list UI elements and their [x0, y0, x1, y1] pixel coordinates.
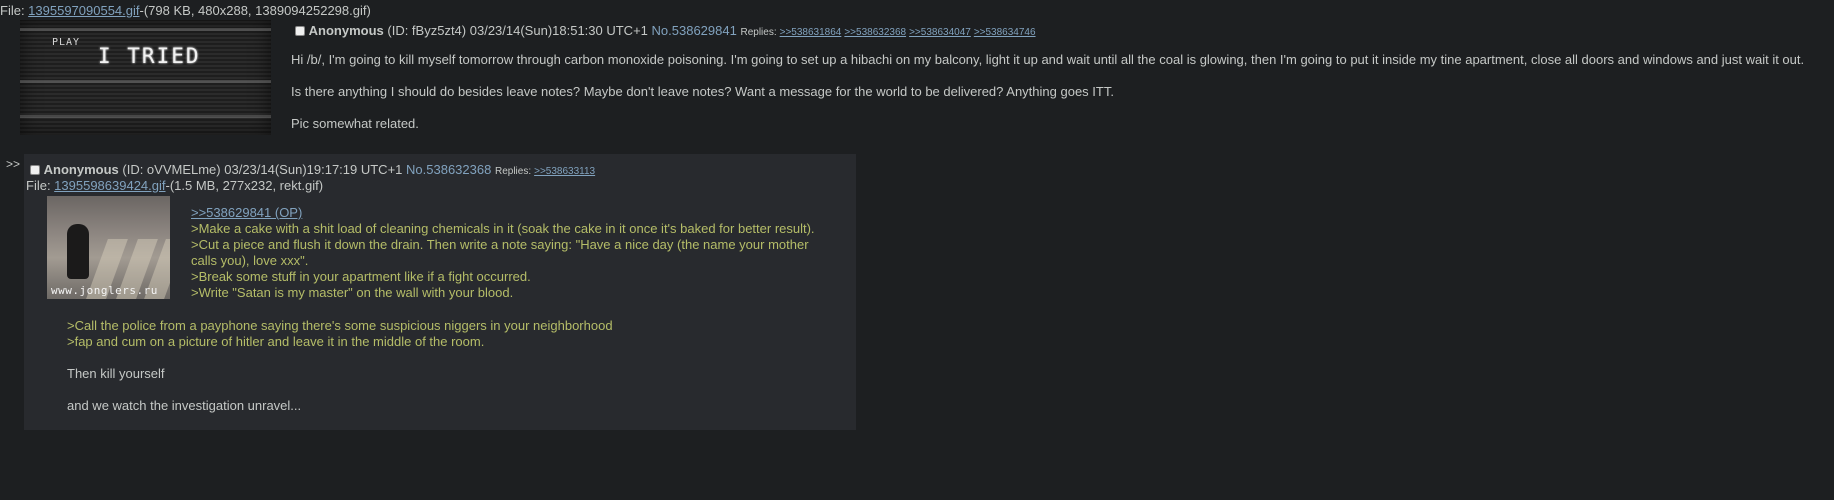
scanline-decoration	[20, 115, 271, 118]
greentext-line: >Cut a piece and flush it down the drain…	[191, 237, 809, 268]
op-select-checkbox[interactable]	[295, 26, 305, 36]
op-body-paragraph: Pic somewhat related.	[291, 116, 419, 131]
reply-file-link[interactable]: 1395598639424.gif	[54, 178, 165, 193]
greentext-line: >Make a cake with a shit load of cleanin…	[191, 221, 815, 236]
scanline-decoration	[20, 28, 271, 31]
reply-post: Anonymous (ID: oVVMELme) 03/23/14(Sun)19…	[24, 154, 856, 430]
reply-post-date: 03/23/14(Sun)19:17:19 UTC+1	[224, 162, 403, 177]
thumb-play-text: PLAY	[52, 37, 81, 48]
scanline-decoration	[20, 80, 271, 83]
reply-body-lower: >Call the police from a payphone saying …	[67, 318, 827, 414]
op-file-link[interactable]: 1395597090554.gif	[28, 3, 139, 18]
op-file-details: -(798 KB, 480x288, 1389094252298.gif)	[139, 3, 371, 18]
op-reply-link[interactable]: >>538632368	[844, 27, 906, 38]
op-file-info-line: File: 1395597090554.gif-(798 KB, 480x288…	[0, 3, 371, 18]
op-reply-link[interactable]: >>538634047	[909, 27, 971, 38]
op-quote-link[interactable]: >>538629841 (OP)	[191, 205, 831, 221]
reply-side-arrows: >>	[6, 157, 21, 171]
op-reply-link[interactable]: >>538634746	[974, 27, 1036, 38]
op-post-date: 03/23/14(Sun)18:51:30 UTC+1	[469, 23, 648, 38]
reply-body-text: and we watch the investigation unravel..…	[67, 398, 302, 413]
reply-thumbnail-image[interactable]: www.jonglers.ru	[47, 196, 170, 299]
reply-file-info-line: File: 1395598639424.gif-(1.5 MB, 277x232…	[26, 178, 323, 193]
reply-poster-name: Anonymous	[43, 162, 119, 177]
greentext-line: >fap and cum on a picture of hitler and …	[67, 334, 485, 349]
reply-poster-id[interactable]: (ID: oVVMELme)	[122, 162, 220, 177]
op-body-paragraph: Is there anything I should do besides le…	[291, 84, 1114, 99]
op-post-header: Anonymous (ID: fByz5zt4) 03/23/14(Sun)18…	[295, 23, 1036, 38]
reply-body-upper: >>538629841 (OP) >Make a cake with a shi…	[191, 205, 831, 301]
reply-body-text: Then kill yourself	[67, 366, 165, 381]
op-post-number[interactable]: No.538629841	[652, 23, 737, 38]
reply-post-header: Anonymous (ID: oVVMELme) 03/23/14(Sun)19…	[30, 162, 595, 177]
bowler-figure	[67, 224, 89, 279]
greentext-line: >Call the police from a payphone saying …	[67, 318, 613, 333]
op-replies-label: Replies:	[740, 27, 777, 38]
greentext-line: >Write "Satan is my master" on the wall …	[191, 285, 514, 300]
reply-reply-link[interactable]: >>538633113	[534, 166, 595, 177]
op-thumbnail-image[interactable]: PLAY I TRIED	[20, 20, 271, 135]
op-body-paragraph: Hi /b/, I'm going to kill myself tomorro…	[291, 52, 1805, 67]
thumb-caption-text: I TRIED	[98, 44, 201, 68]
op-file-label: File:	[0, 3, 29, 18]
op-reply-link[interactable]: >>538631864	[780, 27, 842, 38]
reply-file-details: -(1.5 MB, 277x232, rekt.gif)	[165, 178, 324, 193]
op-post-body: Hi /b/, I'm going to kill myself tomorro…	[291, 52, 1831, 148]
greentext-line: >Break some stuff in your apartment like…	[191, 269, 531, 284]
reply-post-number[interactable]: No.538632368	[406, 162, 491, 177]
thumb-watermark-text: www.jonglers.ru	[51, 284, 158, 297]
reply-file-label: File:	[26, 178, 55, 193]
op-poster-name: Anonymous	[308, 23, 384, 38]
op-poster-id[interactable]: (ID: fByz5zt4)	[387, 23, 466, 38]
reply-select-checkbox[interactable]	[30, 165, 40, 175]
reply-replies-label: Replies:	[494, 166, 532, 177]
